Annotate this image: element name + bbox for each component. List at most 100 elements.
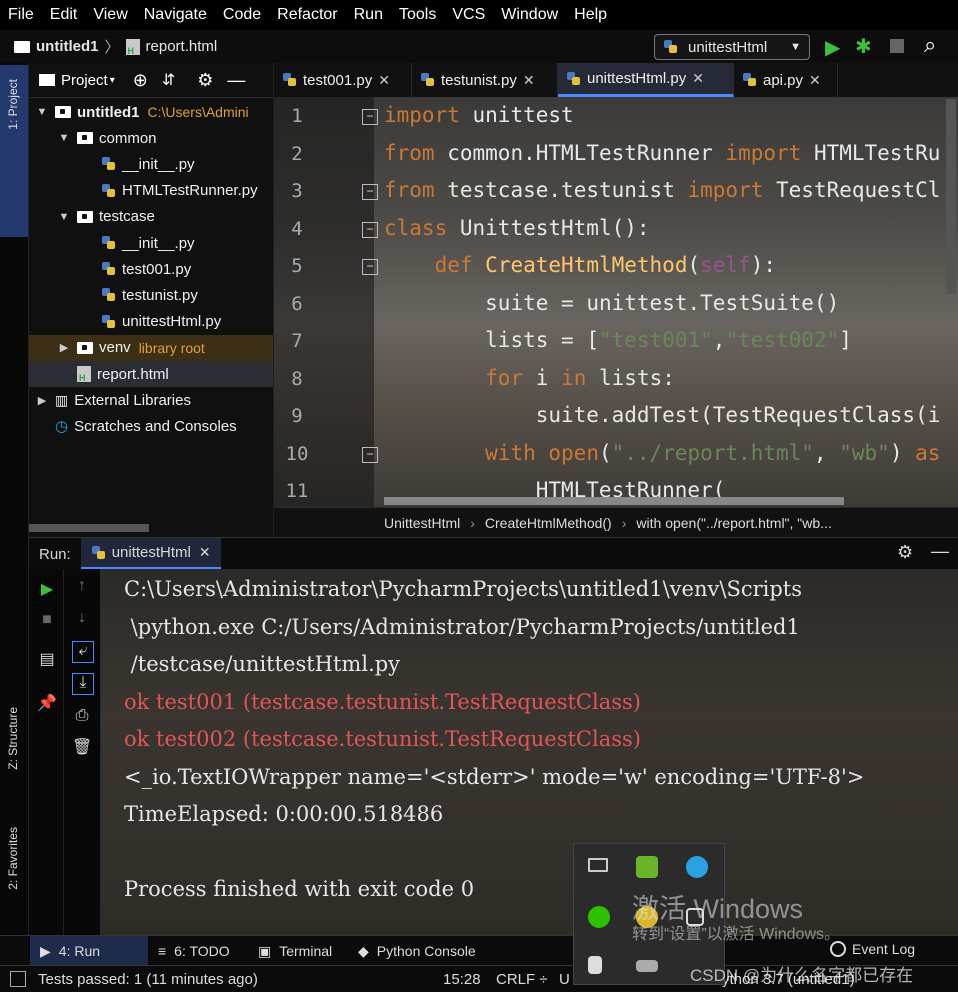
favorites-tool-tab[interactable]: 2: Favorites — [0, 823, 28, 928]
breadcrumb-file[interactable]: report.html — [146, 38, 218, 55]
tree-item[interactable]: report.html — [29, 361, 273, 387]
minimize-icon[interactable]: — — [227, 70, 245, 91]
layout-icon[interactable]: ▤ — [37, 649, 57, 669]
tree-item[interactable]: ▼ common — [29, 125, 273, 151]
event-log-button[interactable]: Event Log — [830, 941, 915, 957]
tree-item[interactable]: ▶ ▥ External Libraries — [29, 387, 273, 413]
editor-tab[interactable]: unittestHtml.py ✕ — [558, 63, 734, 97]
run-tab[interactable]: unittestHtml ✕ — [80, 538, 221, 570]
menu-vcs[interactable]: VCS — [444, 6, 493, 24]
keyword-token: from — [384, 178, 435, 202]
collapse-all-icon[interactable]: ⇵ — [162, 70, 175, 90]
fold-marker-icon[interactable]: − — [362, 221, 378, 238]
breadcrumb-project[interactable]: untitled1 — [36, 38, 99, 55]
menu-run[interactable]: Run — [346, 6, 391, 24]
stop-icon[interactable]: ■ — [37, 611, 57, 631]
project-view-selector[interactable]: Project — [61, 72, 108, 89]
menu-help[interactable]: Help — [566, 6, 615, 24]
tree-item[interactable]: test001.py — [29, 256, 273, 282]
bottom-tool-tab[interactable]: ▶ 4: Run — [30, 936, 148, 966]
tree-item[interactable]: ▶ venv library root — [29, 334, 273, 361]
close-icon[interactable]: ✕ — [692, 70, 704, 87]
string-token: "test001" — [599, 328, 713, 352]
caret-position[interactable]: 15:28 — [443, 971, 481, 988]
gear-icon[interactable]: ⚙ — [197, 70, 213, 91]
soft-wrap-icon[interactable]: ⤶ — [72, 641, 94, 663]
run-config-selector[interactable]: unittestHtml ▼ — [654, 34, 810, 60]
editor-tab[interactable]: testunist.py ✕ — [412, 63, 558, 97]
breadcrumb-class[interactable]: UnittestHtml — [384, 515, 460, 531]
close-icon[interactable]: ✕ — [199, 544, 211, 561]
close-icon[interactable]: ✕ — [809, 72, 821, 89]
menu-file[interactable]: File — [0, 6, 42, 24]
bookmark-icon[interactable] — [588, 956, 602, 974]
wechat-icon[interactable] — [588, 906, 610, 928]
battery-icon[interactable] — [588, 858, 608, 872]
tree-item[interactable]: ◷ Scratches and Consoles — [29, 413, 273, 439]
fold-marker-icon[interactable]: − — [362, 184, 378, 200]
menu-edit[interactable]: Edit — [42, 6, 86, 24]
scroll-to-end-icon[interactable]: ⤓ — [72, 673, 94, 695]
fold-marker-icon[interactable]: − — [362, 446, 378, 463]
chevron-down-icon[interactable]: ▼ — [57, 132, 71, 144]
gear-icon[interactable]: ⚙ — [897, 542, 913, 563]
project-tool-tab[interactable]: 1: Project — [0, 65, 28, 237]
chevron-right-icon[interactable]: ▶ — [57, 341, 71, 354]
tree-item[interactable]: testunist.py — [29, 282, 273, 308]
menu-code[interactable]: Code — [215, 6, 269, 24]
chevron-right-icon[interactable]: ▶ — [35, 394, 49, 407]
debug-icon[interactable]: ✱ — [855, 34, 872, 59]
tree-item[interactable]: unittestHtml.py — [29, 309, 273, 335]
bottom-tool-tab[interactable]: ◆ Python Console — [348, 936, 488, 966]
status-layout-icon[interactable] — [10, 971, 26, 987]
menu-refactor[interactable]: Refactor — [269, 6, 345, 24]
editor-tab[interactable]: api.py ✕ — [734, 63, 838, 97]
file-encoding[interactable]: U — [559, 971, 570, 988]
code-token: . — [687, 290, 701, 315]
arrow-up-icon[interactable]: ↑ — [72, 577, 92, 597]
structure-tool-tab[interactable]: Z: Structure — [0, 703, 28, 803]
line-separator[interactable]: CRLF ÷ — [496, 971, 548, 988]
bottom-tool-tab[interactable]: ≡ 6: TODO — [148, 936, 248, 966]
tree-item[interactable]: ▼ untitled1 C:\Users\Admini — [29, 99, 273, 125]
horizontal-scrollbar[interactable] — [384, 497, 844, 505]
menu-tools[interactable]: Tools — [391, 6, 444, 24]
arrow-down-icon[interactable]: ↓ — [72, 609, 92, 629]
editor-tab[interactable]: test001.py ✕ — [274, 63, 412, 97]
tree-item[interactable]: __init__.py — [29, 151, 273, 177]
bottom-tool-tab[interactable]: ▣ Terminal — [248, 936, 348, 966]
tree-item[interactable]: ▼ testcase — [29, 204, 273, 230]
locate-icon[interactable]: ⊕ — [133, 70, 148, 91]
search-icon[interactable]: ⌕ — [924, 32, 936, 58]
minimize-icon[interactable]: — — [931, 541, 949, 562]
close-icon[interactable]: ✕ — [378, 72, 390, 89]
vertical-scrollbar[interactable] — [946, 99, 956, 294]
code-editor[interactable]: 1 2 3 4 5 6 7 8 9 10 11 − − − − − import unittest from c… — [274, 97, 958, 507]
menu-window[interactable]: Window — [493, 6, 566, 24]
nvidia-icon[interactable] — [636, 856, 658, 878]
pin-icon[interactable]: 📌 — [37, 693, 57, 713]
fold-marker-icon[interactable]: − — [362, 109, 378, 125]
python-file-icon — [282, 72, 298, 88]
tree-item[interactable]: __init__.py — [29, 230, 273, 256]
keyboard-icon[interactable] — [636, 960, 658, 972]
tree-item[interactable]: HTMLTestRunner.py — [29, 178, 273, 204]
console-output[interactable]: C:\Users\Administrator\PycharmProjects\u… — [101, 569, 958, 935]
run-icon[interactable]: ▶ — [825, 35, 840, 60]
menu-view[interactable]: View — [85, 6, 135, 24]
trash-icon[interactable]: 🗑 — [72, 737, 92, 757]
stop-icon[interactable] — [890, 39, 904, 53]
chevron-down-icon[interactable]: ▼ — [57, 211, 71, 223]
fold-marker-icon[interactable]: − — [362, 259, 378, 275]
rerun-icon[interactable]: ▶ — [37, 579, 57, 599]
chevron-down-icon[interactable]: ▼ — [35, 106, 49, 118]
menu-navigate[interactable]: Navigate — [136, 6, 215, 24]
close-icon[interactable]: ✕ — [523, 72, 535, 89]
sync-icon[interactable] — [686, 856, 708, 878]
status-message[interactable]: Tests passed: 1 (11 minutes ago) — [38, 971, 258, 988]
print-icon[interactable]: ⎙ — [72, 707, 92, 727]
horizontal-scrollbar[interactable] — [29, 524, 149, 532]
breadcrumb-statement[interactable]: with open("../report.html", "wb... — [636, 515, 831, 531]
breadcrumb-method[interactable]: CreateHtmlMethod() — [485, 515, 612, 531]
console-line: \python.exe C:/Users/Administrator/Pycha… — [124, 614, 800, 639]
